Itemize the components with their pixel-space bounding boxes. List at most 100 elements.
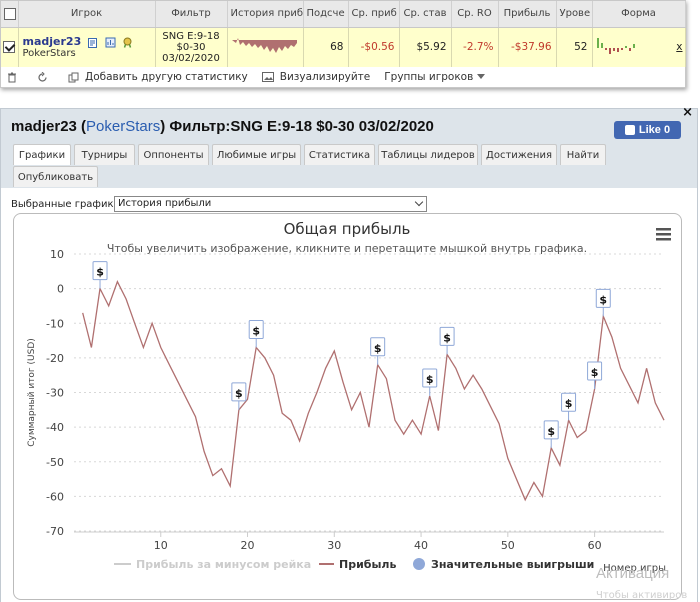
profit-series-line bbox=[82, 280, 665, 502]
badge-icon bbox=[122, 37, 133, 48]
select-all-checkbox[interactable] bbox=[1, 1, 19, 28]
tab-statistics[interactable]: Статистика bbox=[304, 144, 375, 165]
y-tick-label: -70 bbox=[46, 525, 64, 538]
visualize-label: Визуализируйте bbox=[279, 71, 371, 83]
profit-cell: -$37.96 bbox=[498, 27, 557, 67]
win-marker-label: $ bbox=[547, 425, 555, 438]
close-button[interactable]: × bbox=[682, 105, 693, 120]
avg-stake-cell: $5.92 bbox=[399, 27, 452, 67]
legend-label-profit: Прибыль bbox=[339, 558, 396, 571]
col-history[interactable]: История приб bbox=[227, 1, 304, 28]
win-marker-label: $ bbox=[235, 387, 243, 400]
count-cell: 68 bbox=[303, 27, 349, 67]
win-marker-label: $ bbox=[443, 331, 451, 344]
tab-favorite-games[interactable]: Любимые игры bbox=[212, 144, 301, 165]
x-tick-label: 60 bbox=[588, 539, 602, 552]
y-tick-label: -50 bbox=[46, 456, 64, 469]
level-cell: 52 bbox=[556, 27, 593, 67]
x-tick-label: 30 bbox=[327, 539, 341, 552]
col-profit[interactable]: Прибыль bbox=[498, 1, 557, 28]
filter-cell: SNG E:9-18 $0-30 03/02/2020 bbox=[155, 27, 228, 67]
tab-publish[interactable]: Опубликовать bbox=[13, 166, 98, 187]
tab-find[interactable]: Найти bbox=[560, 144, 606, 165]
chart-select-dropdown[interactable]: История прибыли bbox=[114, 196, 427, 212]
x-tick-label: 10 bbox=[154, 539, 168, 552]
tab-leaderboards[interactable]: Таблицы лидеров bbox=[378, 144, 478, 165]
player-groups-dropdown[interactable]: Группы игроков bbox=[384, 71, 492, 83]
y-tick-label: -30 bbox=[46, 387, 64, 400]
copy-icon bbox=[68, 72, 79, 82]
y-axis-label: Суммарный итог (USD) bbox=[27, 338, 37, 447]
y-tick-label: -20 bbox=[46, 352, 64, 365]
win-marker-label: $ bbox=[252, 324, 260, 337]
win-marker-label: $ bbox=[565, 397, 573, 410]
title-site[interactable]: PokerStars bbox=[86, 118, 160, 135]
add-stats-button[interactable]: Добавить другую статистику bbox=[68, 71, 248, 83]
refresh-button[interactable] bbox=[37, 71, 54, 83]
facebook-like-button[interactable]: Like 0 bbox=[614, 121, 681, 139]
selected-charts-label: Выбранные графики: bbox=[11, 199, 124, 210]
col-player[interactable]: Игрок bbox=[18, 1, 156, 28]
remove-row-link[interactable]: x bbox=[676, 41, 682, 53]
trash-icon bbox=[8, 72, 16, 82]
y-tick-label: -60 bbox=[46, 490, 64, 503]
filter-line: $0-30 bbox=[176, 41, 206, 53]
col-form[interactable]: Форма bbox=[592, 1, 686, 28]
y-tick-label: -40 bbox=[46, 421, 64, 434]
player-groups-label: Группы игроков bbox=[384, 71, 474, 83]
y-tick-label: -10 bbox=[46, 317, 64, 330]
win-marker-label: $ bbox=[591, 366, 599, 379]
y-tick-label: 0 bbox=[57, 283, 64, 296]
table-row: madjer23 PokerStars SNG E:9-18 $0-30 03/… bbox=[1, 27, 686, 67]
title-filter: Фильтр:SNG E:9-18 $0-30 03/02/2020 bbox=[169, 118, 434, 135]
chart-title: Общая прибыль bbox=[284, 220, 411, 238]
win-marker-label: $ bbox=[96, 266, 104, 279]
avg-roi-cell: -2.7% bbox=[451, 27, 499, 67]
delete-button[interactable] bbox=[7, 72, 23, 83]
col-filter[interactable]: Фильтр bbox=[155, 1, 228, 28]
x-tick-label: 50 bbox=[501, 539, 515, 552]
menu-icon[interactable] bbox=[656, 228, 671, 241]
tab-tournaments[interactable]: Турниры bbox=[74, 144, 135, 165]
refresh-icon bbox=[38, 71, 47, 82]
x-tick-label: 40 bbox=[414, 539, 428, 552]
win-marker-label: $ bbox=[599, 293, 607, 306]
win-marker-label: $ bbox=[374, 342, 382, 355]
col-level[interactable]: Урове bbox=[556, 1, 593, 28]
title-player: madjer23 bbox=[11, 118, 77, 135]
chevron-down-icon bbox=[414, 197, 424, 207]
tab-achievements[interactable]: Достижения bbox=[481, 144, 557, 165]
col-avg-profit[interactable]: Ср. приб bbox=[348, 1, 400, 28]
form-chart bbox=[596, 38, 635, 55]
player-site: PokerStars bbox=[22, 48, 76, 60]
thumbs-up-icon bbox=[624, 125, 635, 135]
tab-charts[interactable]: Графики bbox=[13, 144, 71, 165]
chart-select-value: История прибыли bbox=[118, 198, 212, 209]
filter-line: 03/02/2020 bbox=[162, 52, 220, 64]
caret-down-icon bbox=[477, 74, 486, 79]
panel-title: madjer23 (PokerStars) Фильтр:SNG E:9-18 … bbox=[11, 118, 434, 135]
x-tick-label: 20 bbox=[241, 539, 255, 552]
legend-label-rake: Прибыль за минусом рейка bbox=[136, 558, 311, 571]
col-avg-roi[interactable]: Ср. RO bbox=[451, 1, 499, 28]
report-icon[interactable] bbox=[105, 37, 116, 48]
notes-icon[interactable] bbox=[87, 37, 99, 48]
col-avg-stake[interactable]: Ср. став bbox=[399, 1, 452, 28]
chart-container[interactable]: Общая прибыль Чтобы увеличить изображение… bbox=[13, 213, 682, 600]
visualize-button[interactable]: Визуализируйте bbox=[261, 71, 371, 83]
title-site-close: ) bbox=[160, 118, 166, 135]
image-icon bbox=[261, 72, 274, 82]
history-sparkline[interactable] bbox=[227, 27, 304, 67]
legend-label-wins: Значительные выигрыши bbox=[431, 558, 594, 571]
profit-chart[interactable]: Общая прибыль Чтобы увеличить изображение… bbox=[14, 214, 681, 599]
player-link[interactable]: madjer23 bbox=[23, 35, 82, 48]
avg-profit-cell: -$0.56 bbox=[348, 27, 400, 67]
stats-toolbar: Добавить другую статистику Визуализируйт… bbox=[7, 69, 506, 85]
windows-activation-watermark-sub: Чтобы активиров bbox=[596, 590, 688, 601]
tab-opponents[interactable]: Оппоненты bbox=[138, 144, 209, 165]
row-checkbox[interactable] bbox=[1, 27, 19, 67]
col-count[interactable]: Подсче bbox=[303, 1, 349, 28]
y-tick-label: 10 bbox=[50, 248, 64, 261]
player-cell: madjer23 PokerStars bbox=[18, 27, 156, 67]
stats-header-row: Игрок Фильтр История приб Подсче Ср. при… bbox=[1, 1, 686, 28]
